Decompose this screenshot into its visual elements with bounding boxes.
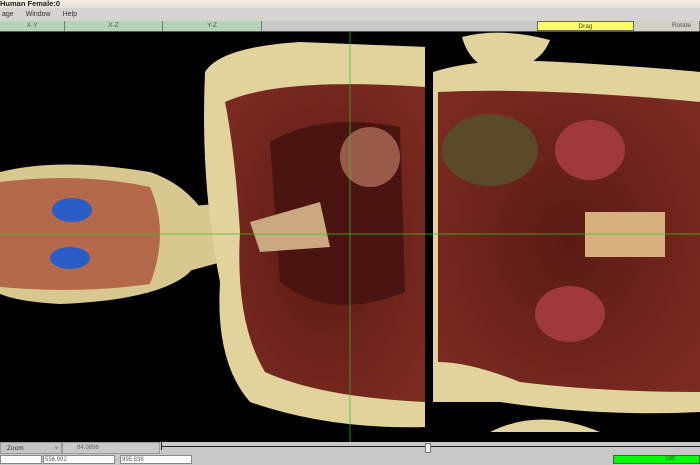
blue-highlight [52, 198, 92, 222]
chevron-down-icon: ▾ [54, 445, 58, 452]
slider-handle[interactable] [425, 443, 431, 453]
slice-viewer[interactable] [0, 32, 700, 442]
menu-bar: age Window Help [0, 8, 700, 21]
tab-x-z[interactable]: X-Z [65, 21, 163, 31]
view-tabs: X-Y X-Z Y-Z Drag Rotate [0, 21, 700, 32]
menu-help[interactable]: Help [61, 8, 79, 21]
anatomy-slice-image [0, 32, 700, 442]
drag-mode-button[interactable]: Drag [537, 21, 634, 31]
status-field-empty[interactable] [0, 455, 42, 464]
rotate-mode-button[interactable]: Rotate [634, 21, 700, 31]
zoom-slider[interactable] [161, 442, 700, 454]
zoom-value: 84.0896 [62, 442, 160, 454]
progress-bar: 100 [613, 455, 700, 464]
tab-y-z[interactable]: Y-Z [163, 21, 262, 31]
coord-y-field[interactable]: 995.838 [120, 455, 192, 464]
window-title: Human Female:0 [0, 0, 700, 8]
coord-x-field[interactable]: 556.902 [43, 455, 115, 464]
zoom-toolbar: Zoom ▾ 84.0896 [0, 442, 700, 454]
tab-x-y[interactable]: X-Y [0, 21, 65, 31]
status-bar: 556.902 995.838 100 [0, 454, 700, 465]
zoom-select[interactable]: Zoom ▾ [0, 442, 62, 454]
menu-window[interactable]: Window [24, 8, 53, 21]
zoom-select-label: Zoom [7, 445, 24, 452]
menu-image[interactable]: age [0, 8, 16, 21]
